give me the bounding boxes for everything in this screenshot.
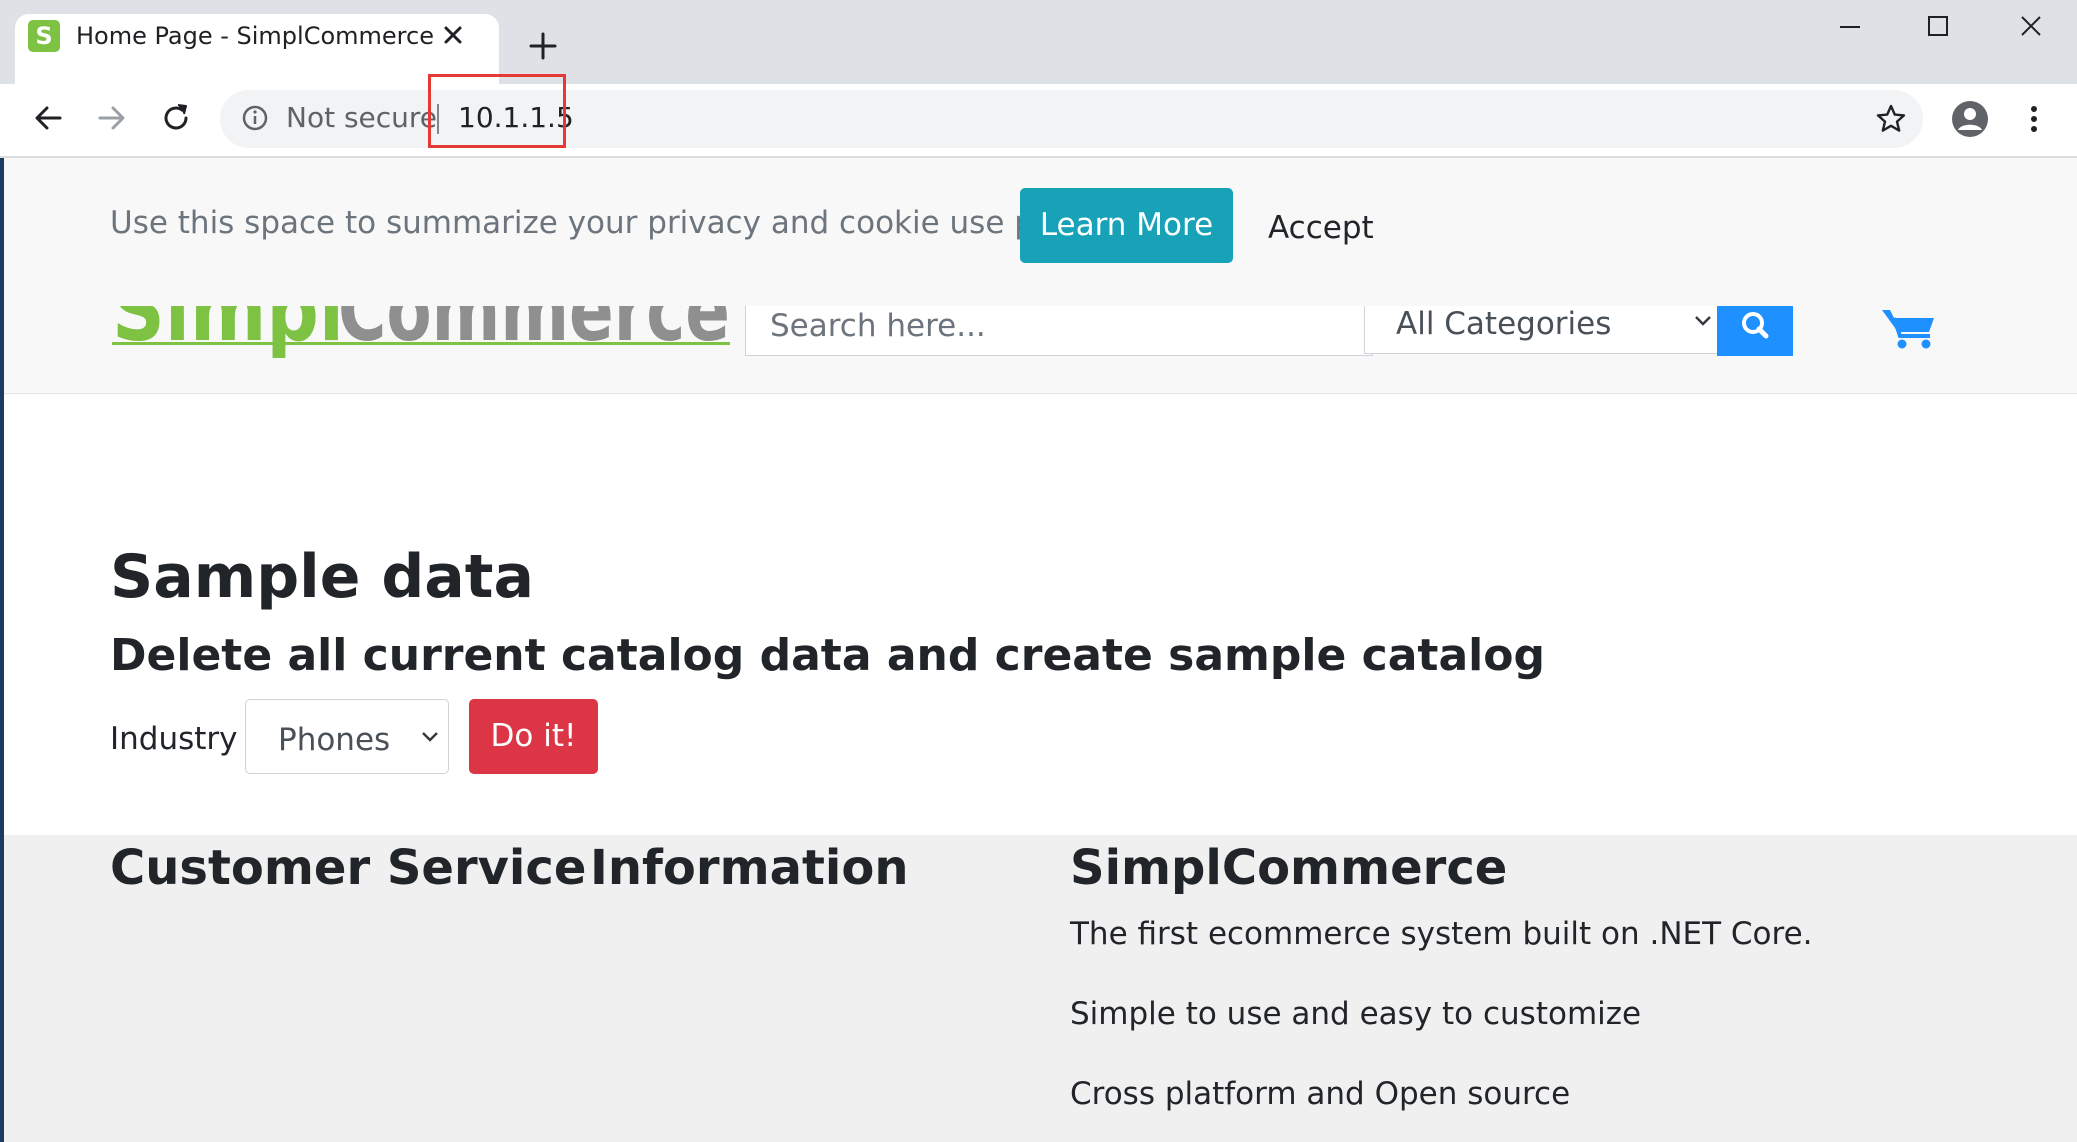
footer-heading-simplcommerce: SimplCommerce [1070, 840, 1508, 896]
search-icon [1742, 312, 1769, 339]
site-logo[interactable]: Simpl Commerce [112, 306, 730, 358]
more-menu-icon[interactable] [2020, 101, 2048, 137]
cookie-policy-text: Use this space to summarize your privacy… [110, 205, 1111, 241]
footer-text: Cross platform and Open source [1070, 1076, 1571, 1112]
page-title: Sample data [110, 542, 534, 612]
cart-icon[interactable] [1880, 306, 1936, 350]
industry-label: Industry [110, 721, 238, 757]
back-icon[interactable] [26, 96, 70, 140]
do-it-button[interactable]: Do it! [469, 699, 598, 774]
chevron-down-icon [1695, 316, 1711, 326]
learn-more-button[interactable]: Learn More [1020, 188, 1233, 263]
category-select-value: All Categories [1396, 306, 1612, 342]
security-label[interactable]: Not secure [286, 100, 437, 136]
favicon-icon: S [28, 20, 60, 52]
accept-button[interactable]: Accept [1268, 208, 1374, 248]
search-input[interactable]: Search here... [745, 306, 1373, 356]
page-subtitle: Delete all current catalog data and crea… [110, 630, 1545, 681]
footer-text: Simple to use and easy to customize [1070, 996, 1642, 1032]
svg-text:Simpl: Simpl [112, 306, 344, 358]
minimize-icon[interactable] [1830, 12, 1870, 42]
search-button[interactable] [1717, 306, 1793, 356]
footer-text: The first ecommerce system built on .NET… [1070, 916, 1813, 952]
footer-heading-customer-service: Customer Service [110, 840, 587, 896]
logo-image: Simpl Commerce [112, 306, 730, 358]
close-tab-icon[interactable] [436, 18, 470, 52]
maximize-icon[interactable] [1918, 12, 1958, 42]
bookmark-star-icon[interactable] [1873, 101, 1909, 137]
chevron-down-icon [422, 732, 438, 742]
reload-icon[interactable] [154, 96, 198, 140]
forward-icon[interactable] [90, 96, 134, 140]
url-highlight-box [428, 74, 566, 148]
close-window-icon[interactable] [2011, 12, 2051, 42]
profile-icon[interactable] [1950, 99, 1990, 139]
svg-text:Commerce: Commerce [338, 306, 730, 358]
tab-title: Home Page - SimplCommerce [76, 22, 434, 50]
new-tab-icon[interactable] [525, 28, 561, 64]
footer-heading-information: Information [590, 840, 909, 896]
industry-select-value: Phones [278, 722, 391, 758]
info-icon[interactable] [240, 103, 270, 133]
